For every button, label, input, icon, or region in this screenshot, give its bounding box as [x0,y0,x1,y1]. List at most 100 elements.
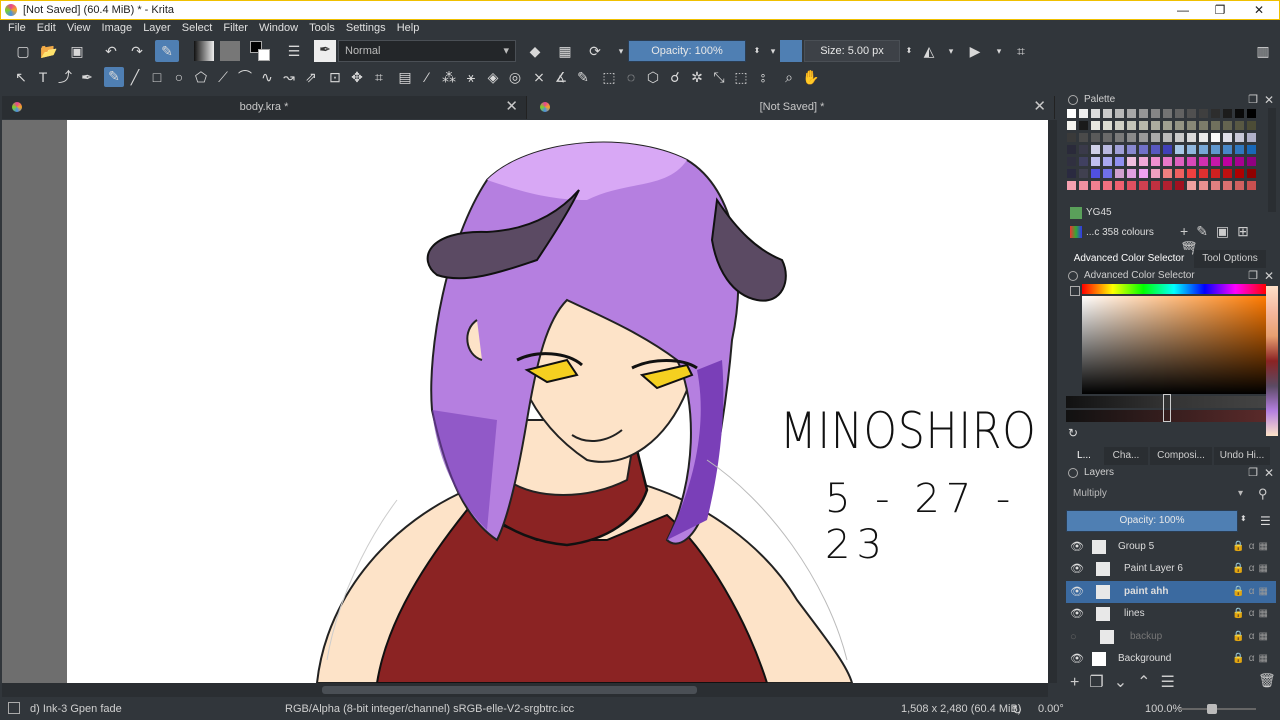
layer-menu-icon[interactable]: ☰ [1260,514,1271,528]
transform-tool-icon[interactable]: ⊡ [326,68,344,86]
menu-help[interactable]: Help [393,20,424,36]
new-document-icon[interactable]: ▢ [14,42,32,60]
layer-properties-icons[interactable]: 🔒α▦ [1232,626,1272,648]
palette-swatch[interactable] [1246,168,1257,179]
palette-swatch[interactable] [1114,156,1125,167]
palette-swatch[interactable] [1090,132,1101,143]
open-document-icon[interactable]: 📂 [40,42,58,60]
menu-settings[interactable]: Settings [342,20,390,36]
palette-swatch[interactable] [1066,168,1077,179]
palette-swatch[interactable] [1090,156,1101,167]
undo-icon[interactable]: ↶ [102,42,120,60]
visibility-icon[interactable]: 👁 [1070,581,1084,603]
palette-swatch[interactable] [1066,108,1077,119]
eraser-icon[interactable]: ◆ [526,42,544,60]
palette-swatch[interactable] [1114,132,1125,143]
tab-advanced-color-selector[interactable]: Advanced Color Selector [1066,250,1192,268]
palette-swatch[interactable] [1174,156,1185,167]
layer-row[interactable]: 👁 paint ahh 🔒α▦ [1066,580,1276,603]
palette-scrollbar[interactable] [1268,108,1276,212]
duplicate-layer-icon[interactable]: ❐ [1089,674,1113,691]
calligraphy-icon[interactable]: ✒ [78,68,96,86]
palette-icon[interactable] [1070,226,1082,238]
palette-swatch[interactable] [1222,168,1233,179]
layer-name[interactable]: Paint Layer 6 [1124,558,1183,580]
palette-swatch[interactable] [1210,180,1221,191]
layer-properties-icon[interactable]: ☰ [1161,674,1185,691]
dropdown-arrow-icon[interactable]: ▾ [942,42,960,60]
lock-icon[interactable] [1068,271,1078,281]
smart-patch-icon[interactable]: ⁂ [440,68,458,86]
palette-swatch[interactable] [1066,156,1077,167]
gradient-icon[interactable] [194,41,214,61]
reload-preset-icon[interactable]: ⟳ [586,42,604,60]
opacity-slider[interactable]: Opacity: 100% [628,40,746,62]
palette-swatch[interactable] [1174,180,1185,191]
palette-swatch[interactable] [1198,180,1209,191]
horizontal-scrollbar[interactable] [2,683,1048,697]
palette-swatch[interactable] [1150,144,1161,155]
line-tool-icon[interactable]: ╱ [126,68,144,86]
measure-tool-icon[interactable]: ∡ [552,68,570,86]
polygon-select-icon[interactable]: ⬡ [644,68,662,86]
tab-compositions[interactable]: Composi... [1150,447,1212,465]
docker-toggle-icon[interactable]: ▥ [1254,42,1272,60]
palette-swatch[interactable] [1102,144,1113,155]
menu-select[interactable]: Select [178,20,217,36]
add-layer-icon[interactable]: + [1070,674,1089,691]
layer-name[interactable]: paint ahh [1124,581,1168,603]
palette-swatch[interactable] [1078,180,1089,191]
size-color-swatch[interactable] [780,40,802,62]
size-spin-icon[interactable]: ⬍ [900,42,918,60]
save-icon[interactable]: ▣ [68,42,86,60]
tab-not-saved[interactable]: [Not Saved] * ✕ [530,96,1055,119]
close-button[interactable]: ✕ [1241,2,1277,18]
palette-swatch[interactable] [1102,180,1113,191]
zoom-slider-handle[interactable] [1207,704,1217,714]
delete-layer-icon[interactable]: 🗑 [1258,672,1276,689]
palette-swatch[interactable] [1222,180,1233,191]
contiguous-select-icon[interactable]: ✲ [688,68,706,86]
color-picker-icon[interactable]: ⁄ [418,68,436,86]
close-icon[interactable]: ✕ [1264,268,1274,284]
layer-blend-mode-select[interactable]: Multiply ▾ [1066,484,1248,504]
float-icon[interactable]: ❐ [1248,92,1258,108]
palette-swatch[interactable] [1198,132,1209,143]
polygon-tool-icon[interactable]: ⬠ [192,68,210,86]
palette-swatch[interactable] [1246,144,1257,155]
palette-swatch[interactable] [1210,168,1221,179]
layer-row[interactable]: ○ backup 🔒α▦ [1066,626,1276,648]
similar-select-icon[interactable]: ⤡ [710,68,728,86]
menu-layer[interactable]: Layer [139,20,175,36]
palette-swatch[interactable] [1246,108,1257,119]
palette-swatch[interactable] [1186,120,1197,131]
palette-swatch[interactable] [1234,156,1245,167]
layer-row[interactable]: 👁 Background 🔒α▦ [1066,648,1276,670]
palette-swatch[interactable] [1162,156,1173,167]
pattern-icon[interactable] [220,41,240,61]
layer-name[interactable]: Group 5 [1118,536,1154,558]
visibility-icon[interactable]: 👁 [1070,558,1084,580]
shade-selector-handle[interactable] [1163,394,1171,422]
preserve-alpha-icon[interactable]: ▦ [556,42,574,60]
crop-tool-icon[interactable]: ⌗ [370,68,388,86]
palette-swatch[interactable] [1198,144,1209,155]
palette-swatch[interactable] [1138,156,1149,167]
palette-swatch[interactable] [1234,180,1245,191]
palette-swatch[interactable] [1162,120,1173,131]
palette-swatch[interactable] [1210,120,1221,131]
freehand-path-icon[interactable]: ∿ [258,68,276,86]
menu-image[interactable]: Image [98,20,137,36]
palette-swatch[interactable] [1138,120,1149,131]
palette-swatch[interactable] [1138,180,1149,191]
layer-opacity-slider[interactable]: Opacity: 100% [1066,510,1238,532]
tab-body-kra[interactable]: body.kra * ✕ [2,96,527,119]
menu-tools[interactable]: Tools [305,20,339,36]
mirror-horizontal-icon[interactable]: ◭ [920,42,938,60]
select-shapes-icon[interactable]: ↖ [12,68,30,86]
palette-swatch[interactable] [1210,132,1221,143]
palette-count[interactable]: ...c 358 colours [1086,227,1154,238]
palette-swatch[interactable] [1174,132,1185,143]
palette-swatch[interactable] [1078,168,1089,179]
fg-bg-color-icon[interactable] [250,41,272,63]
